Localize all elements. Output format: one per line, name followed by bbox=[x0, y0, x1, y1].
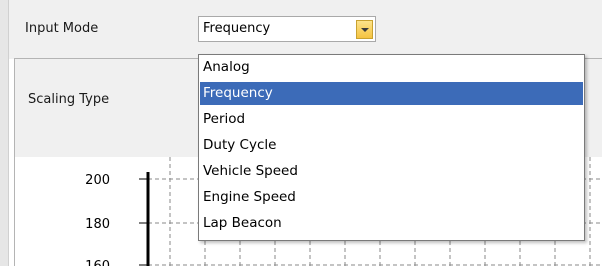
y-tick-label-200: 200 bbox=[85, 173, 110, 188]
option-frequency[interactable]: Frequency bbox=[200, 82, 583, 105]
input-mode-selected-value: Frequency bbox=[203, 21, 271, 36]
option-lap-beacon[interactable]: Lap Beacon bbox=[200, 212, 583, 235]
y-tick-label-160: 160 bbox=[85, 259, 110, 266]
window-left-edge bbox=[0, 0, 9, 266]
option-analog[interactable]: Analog bbox=[200, 56, 583, 79]
option-period[interactable]: Period bbox=[200, 108, 583, 131]
input-mode-dropdown-list[interactable]: Analog Frequency Period Duty Cycle Vehic… bbox=[198, 54, 585, 241]
y-tick-label-180: 180 bbox=[85, 217, 110, 232]
scaling-type-label: Scaling Type bbox=[28, 92, 110, 107]
chevron-down-icon[interactable] bbox=[356, 20, 373, 39]
input-mode-combobox[interactable]: Frequency bbox=[198, 16, 376, 42]
option-duty-cycle[interactable]: Duty Cycle bbox=[200, 134, 583, 157]
input-mode-label: Input Mode bbox=[25, 21, 99, 36]
option-vehicle-speed[interactable]: Vehicle Speed bbox=[200, 160, 583, 183]
option-engine-speed[interactable]: Engine Speed bbox=[200, 186, 583, 209]
